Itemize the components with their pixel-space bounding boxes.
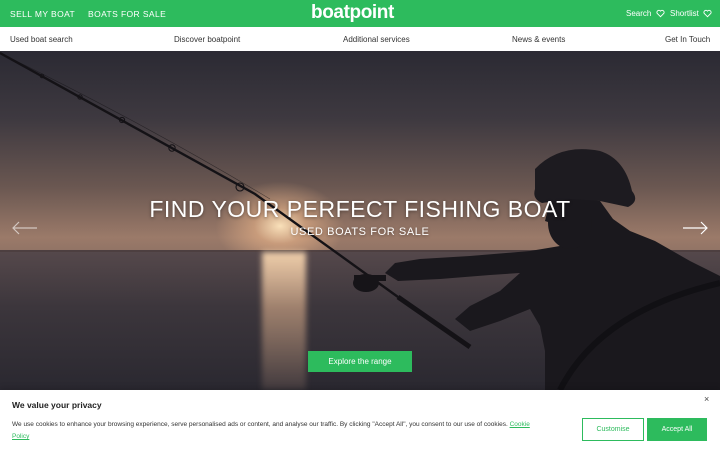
- cookie-message: We use cookies to enhance your browsing …: [12, 421, 508, 428]
- explore-range-button[interactable]: Explore the range: [308, 351, 412, 372]
- nav-item-news-events[interactable]: News & events: [512, 27, 565, 51]
- main-nav: Used boat search Discover boatpoint Addi…: [0, 27, 720, 52]
- arrow-right-icon[interactable]: [682, 221, 708, 235]
- cookie-title: We value your privacy: [12, 400, 102, 410]
- hero-title: FIND YOUR PERFECT FISHING BOAT: [149, 196, 571, 222]
- search-label: Search: [626, 9, 652, 18]
- heart-icon: [656, 9, 665, 18]
- cookie-text: We use cookies to enhance your browsing …: [12, 419, 532, 443]
- sell-my-boat-link[interactable]: SELL MY BOAT: [10, 0, 75, 27]
- heart-icon: [703, 9, 712, 18]
- close-icon[interactable]: ×: [704, 394, 709, 404]
- nav-item-used-boat-search[interactable]: Used boat search: [10, 27, 73, 51]
- shortlist-label: Shortlist: [670, 9, 699, 18]
- hero-banner: FIND YOUR PERFECT FISHING BOAT USED BOAT…: [0, 51, 720, 390]
- customise-button[interactable]: Customise: [582, 418, 644, 441]
- accept-all-button[interactable]: Accept All: [647, 418, 707, 441]
- nav-item-additional-services[interactable]: Additional services: [343, 27, 410, 51]
- cookie-banner: We value your privacy We use cookies to …: [0, 390, 720, 450]
- top-bar: SELL MY BOAT BOATS FOR SALE boatpoint Se…: [0, 0, 720, 27]
- hero-subtitle: USED BOATS FOR SALE: [290, 226, 430, 238]
- arrow-left-icon[interactable]: [12, 221, 38, 235]
- boats-for-sale-link[interactable]: BOATS FOR SALE: [88, 0, 166, 27]
- search-link[interactable]: Search: [626, 0, 665, 27]
- boatpoint-logo[interactable]: boatpoint: [311, 1, 394, 25]
- nav-item-discover-boatpoint[interactable]: Discover boatpoint: [174, 27, 240, 51]
- shortlist-link[interactable]: Shortlist: [670, 0, 712, 27]
- nav-item-get-in-touch[interactable]: Get In Touch: [665, 27, 710, 51]
